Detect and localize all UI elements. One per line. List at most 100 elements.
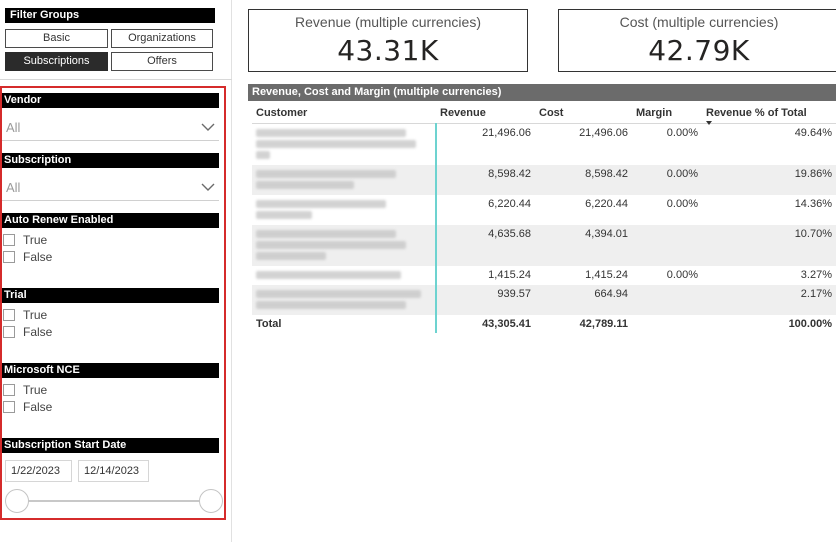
- checkbox-label: True: [23, 308, 48, 322]
- pane-divider: [0, 79, 232, 80]
- trial-true-checkbox[interactable]: True: [3, 307, 47, 323]
- checkbox-label: True: [23, 383, 48, 397]
- revenue-cell: 4,635.68: [436, 224, 535, 266]
- customer-cell-redacted: [252, 224, 437, 266]
- checkbox-label: False: [23, 250, 53, 264]
- subscription-dropdown[interactable]: All: [2, 175, 219, 201]
- subscription-filters-panel: [0, 86, 226, 520]
- revenue-card-title: Revenue (multiple currencies): [295, 14, 481, 30]
- margin-cell: 0.00%: [666, 268, 698, 281]
- column-header-revenue-pct[interactable]: Revenue % of Total: [702, 103, 836, 125]
- microsoft-nce-false-checkbox[interactable]: False: [3, 399, 52, 415]
- auto-renew-slicer-header: Auto Renew Enabled: [2, 213, 219, 228]
- margin-cell: 0.00%: [666, 197, 698, 210]
- margin-cell: 0.00%: [632, 164, 702, 195]
- filter-group-subscriptions-button[interactable]: Subscriptions: [5, 52, 108, 71]
- start-date-slicer-header: Subscription Start Date: [2, 438, 219, 453]
- vendor-dropdown[interactable]: All: [2, 115, 219, 141]
- filter-group-offers-button[interactable]: Offers: [111, 52, 213, 71]
- revenue-card: Revenue (multiple currencies) 43.31K: [248, 9, 528, 72]
- customer-cell-redacted: [252, 265, 437, 285]
- trial-false-checkbox[interactable]: False: [3, 324, 52, 340]
- microsoft-nce-true-checkbox[interactable]: True: [3, 382, 47, 398]
- table-row[interactable]: 21,496.06 21,496.06 0.00% 49.64%: [252, 123, 836, 165]
- checkbox-label: True: [23, 233, 48, 247]
- revenue-pct-cell: 3.27%: [800, 268, 832, 281]
- checkbox-icon: [3, 384, 15, 396]
- filter-group-basic-button[interactable]: Basic: [5, 29, 108, 48]
- revenue-cell: 6,220.44: [488, 197, 531, 210]
- chevron-down-icon: [201, 123, 215, 131]
- cost-cell: 6,220.44: [585, 197, 628, 210]
- revenue-cost-margin-table: Customer Revenue Cost Margin Revenue % o…: [252, 103, 836, 333]
- table-row[interactable]: 6,220.44 6,220.44 0.00% 14.36%: [252, 194, 836, 225]
- checkbox-icon: [3, 309, 15, 321]
- customer-cell-redacted: [252, 123, 437, 165]
- table-title: Revenue, Cost and Margin (multiple curre…: [248, 84, 836, 101]
- cost-cell: 8,598.42: [535, 164, 632, 195]
- date-range-slider-track[interactable]: [17, 500, 211, 502]
- column-header-revenue-pct-label: Revenue % of Total: [706, 106, 807, 119]
- table-row[interactable]: 1,415.24 1,415.24 0.00% 3.27%: [252, 265, 836, 285]
- total-margin-cell: [632, 315, 702, 333]
- table-row[interactable]: 939.57 664.94 2.17%: [252, 284, 836, 315]
- subscription-slicer-header: Subscription: [2, 153, 219, 168]
- table-row[interactable]: 4,635.68 4,394.01 10.70%: [252, 224, 836, 266]
- revenue-pct-cell: 19.86%: [702, 164, 836, 195]
- revenue-cell: 8,598.42: [436, 164, 535, 195]
- auto-renew-false-checkbox[interactable]: False: [3, 249, 52, 265]
- trial-slicer-header: Trial: [2, 288, 219, 303]
- checkbox-icon: [3, 326, 15, 338]
- table-row[interactable]: 8,598.42 8,598.42 0.00% 19.86%: [252, 164, 836, 195]
- cost-cell: 1,415.24: [585, 268, 628, 281]
- cost-cell: 664.94: [535, 284, 632, 315]
- checkbox-icon: [3, 234, 15, 246]
- checkbox-label: False: [23, 325, 53, 339]
- filter-pane: Filter Groups Basic Organizations Subscr…: [0, 0, 232, 542]
- total-cost-cell: 42,789.11: [579, 317, 628, 330]
- customer-cell-redacted: [252, 164, 437, 195]
- margin-cell: 0.00%: [666, 126, 698, 139]
- revenue-card-value: 43.31K: [337, 34, 439, 67]
- cost-card: Cost (multiple currencies) 42.79K: [558, 9, 836, 72]
- revenue-cell: 939.57: [436, 284, 535, 315]
- start-date-from-input[interactable]: 1/22/2023: [5, 460, 72, 482]
- checkbox-label: False: [23, 400, 53, 414]
- cost-cell: 4,394.01: [535, 224, 632, 266]
- revenue-pct-cell: 10.70%: [702, 224, 836, 266]
- revenue-cell: 21,496.06: [482, 126, 531, 139]
- margin-cell: [632, 224, 702, 266]
- cost-card-value: 42.79K: [648, 34, 750, 67]
- date-range-end-handle[interactable]: [199, 489, 223, 513]
- column-header-revenue[interactable]: Revenue: [436, 103, 535, 124]
- vendor-dropdown-value: All: [6, 120, 21, 135]
- total-label-cell: Total: [252, 314, 437, 333]
- column-header-cost[interactable]: Cost: [535, 103, 632, 124]
- table-total-row: Total 43,305.41 42,789.11 100.00%: [252, 314, 836, 333]
- filter-group-organizations-button[interactable]: Organizations: [111, 29, 213, 48]
- date-range-start-handle[interactable]: [5, 489, 29, 513]
- revenue-pct-cell: 14.36%: [794, 197, 832, 210]
- column-header-customer[interactable]: Customer: [252, 103, 436, 124]
- vendor-slicer-header: Vendor: [2, 93, 219, 108]
- customer-cell-redacted: [252, 194, 437, 225]
- chevron-down-icon: [201, 183, 215, 191]
- customer-cell-redacted: [252, 284, 437, 315]
- sort-descending-icon: [706, 120, 712, 125]
- cost-cell: 21,496.06: [579, 126, 628, 139]
- filter-groups-header: Filter Groups: [5, 8, 215, 23]
- margin-cell: [632, 284, 702, 315]
- total-revenue-pct-cell: 100.00%: [788, 317, 832, 330]
- checkbox-icon: [3, 401, 15, 413]
- checkbox-icon: [3, 251, 15, 263]
- revenue-pct-cell: 49.64%: [794, 126, 832, 139]
- auto-renew-true-checkbox[interactable]: True: [3, 232, 47, 248]
- column-header-margin[interactable]: Margin: [632, 103, 702, 124]
- total-revenue-cell: 43,305.41: [482, 317, 531, 330]
- subscription-dropdown-value: All: [6, 180, 21, 195]
- start-date-to-input[interactable]: 12/14/2023: [78, 460, 149, 482]
- revenue-cell: 1,415.24: [488, 268, 531, 281]
- cost-card-title: Cost (multiple currencies): [619, 14, 779, 30]
- revenue-pct-cell: 2.17%: [702, 284, 836, 315]
- microsoft-nce-slicer-header: Microsoft NCE: [2, 363, 219, 378]
